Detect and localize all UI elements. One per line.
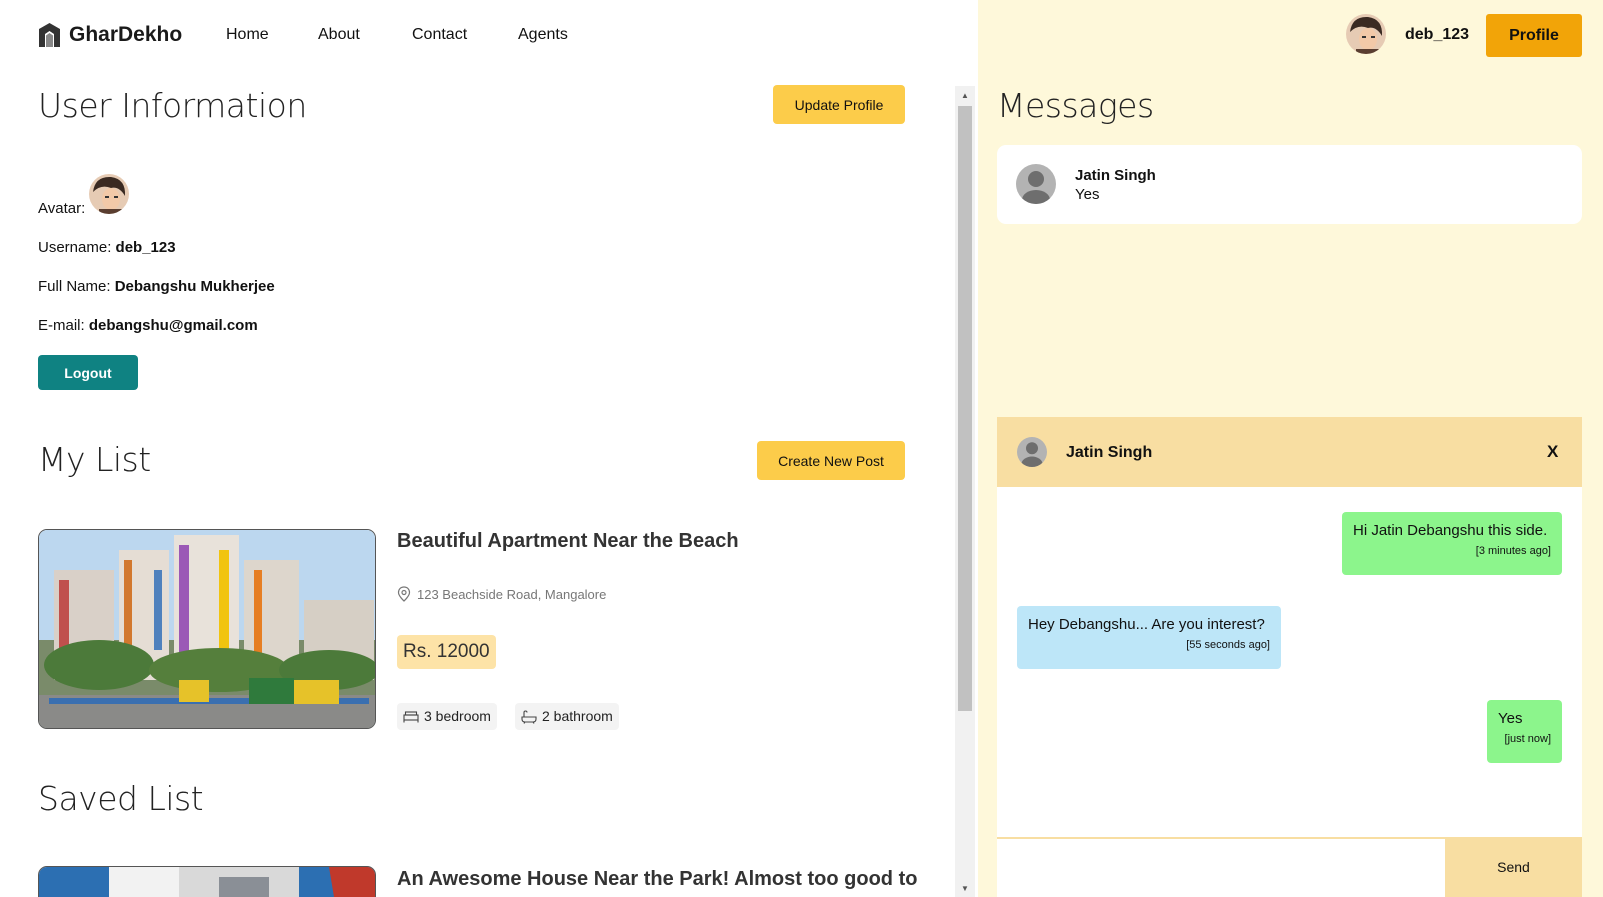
bedroom-count: 3 bedroom	[424, 708, 491, 724]
house-logo-icon	[39, 23, 60, 47]
chat-message-time: [3 minutes ago]	[1475, 545, 1551, 557]
saved-post-title[interactable]: An Awesome House Near the Park! Almost t…	[397, 868, 917, 891]
username-row: Username: deb_123	[38, 239, 176, 256]
scrollbar[interactable]: ▲ ▼	[955, 86, 975, 897]
chat-message-text: Yes	[1498, 710, 1523, 727]
message-preview: Yes	[1075, 186, 1100, 203]
messages-title: Messages	[997, 86, 1154, 125]
avatar	[1346, 14, 1386, 54]
email-row: E-mail: debangshu@gmail.com	[38, 317, 258, 334]
chat-header: Jatin Singh X	[997, 417, 1582, 487]
user-icon	[1017, 437, 1047, 467]
chat-input[interactable]	[997, 837, 1445, 897]
update-profile-button[interactable]: Update Profile	[773, 85, 905, 124]
brand-name: GharDekho	[69, 23, 183, 46]
post-address: 123 Beachside Road, Mangalore	[397, 586, 606, 602]
chat-box: Jatin Singh X Hi Jatin Debangshu this si…	[997, 417, 1582, 897]
username-value: deb_123	[115, 239, 176, 256]
avatar-label: Avatar:	[38, 200, 86, 217]
scroll-thumb[interactable]	[958, 106, 972, 711]
bathroom-count: 2 bathroom	[542, 708, 613, 724]
saved-post-image[interactable]	[38, 866, 376, 897]
scroll-up-icon[interactable]: ▲	[955, 88, 975, 102]
scroll-down-icon[interactable]: ▼	[955, 881, 975, 895]
create-new-post-button[interactable]: Create New Post	[757, 441, 905, 480]
post-title[interactable]: Beautiful Apartment Near the Beach	[397, 530, 739, 553]
user-icon	[1016, 164, 1056, 204]
location-pin-icon	[397, 586, 411, 602]
post-address-text: 123 Beachside Road, Mangalore	[417, 586, 607, 602]
bedroom-tag: 3 bedroom	[397, 703, 497, 730]
chat-message-text: Hi Jatin Debangshu this side.	[1353, 522, 1548, 539]
chat-message-text: Hey Debangshu... Are you interest?	[1028, 616, 1265, 633]
chat-message-time: [55 seconds ago]	[1186, 639, 1270, 651]
nav-home[interactable]: Home	[226, 26, 269, 44]
fullname-label: Full Name:	[38, 278, 111, 295]
my-list-title: My List	[38, 440, 151, 479]
username-label: Username:	[38, 239, 112, 256]
bath-icon	[521, 709, 537, 724]
chat-message: Hi Jatin Debangshu this side. [3 minutes…	[1342, 512, 1562, 575]
chat-partner-name: Jatin Singh	[1066, 444, 1153, 461]
bed-icon	[403, 710, 419, 722]
nav-contact[interactable]: Contact	[412, 26, 467, 44]
fullname-value: Debangshu Mukherjee	[114, 278, 275, 295]
nav-agents[interactable]: Agents	[518, 26, 568, 44]
price-tag: Rs. 12000	[397, 635, 496, 669]
brand-logo[interactable]: GharDekho	[38, 22, 182, 48]
header-username: deb_123	[1405, 26, 1470, 43]
post-image[interactable]	[38, 529, 376, 729]
logout-button[interactable]: Logout	[38, 355, 138, 390]
chat-message-time: [just now]	[1504, 733, 1551, 745]
message-item[interactable]: Jatin Singh Yes	[997, 145, 1582, 224]
profile-avatar	[89, 174, 129, 214]
close-icon[interactable]: X	[1547, 442, 1558, 462]
message-sender: Jatin Singh	[1075, 167, 1156, 184]
bathroom-tag: 2 bathroom	[515, 703, 619, 730]
user-info-title: User Information	[38, 86, 307, 125]
send-button[interactable]: Send	[1445, 837, 1582, 897]
chat-message: Yes [just now]	[1487, 700, 1562, 763]
nav-about[interactable]: About	[318, 26, 360, 44]
saved-list-title: Saved List	[38, 779, 204, 818]
fullname-row: Full Name: Debangshu Mukherjee	[38, 278, 275, 295]
chat-message: Hey Debangshu... Are you interest? [55 s…	[1017, 606, 1281, 669]
email-value: debangshu@gmail.com	[88, 317, 258, 334]
profile-button[interactable]: Profile	[1486, 14, 1582, 57]
email-label: E-mail:	[38, 317, 85, 334]
